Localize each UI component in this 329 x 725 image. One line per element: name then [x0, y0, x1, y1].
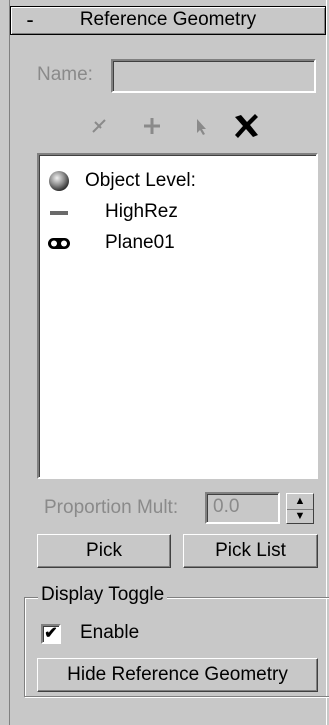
enable-label: Enable	[80, 622, 140, 643]
list-item-label: Plane01	[105, 232, 175, 253]
rollout-title: Reference Geometry	[79, 9, 257, 30]
proportion-mult-input[interactable]: 0.0	[205, 492, 280, 524]
pick-cursor-icon[interactable]	[184, 109, 218, 143]
list-item[interactable]: Object Level:	[47, 167, 196, 195]
enable-checkbox[interactable]: ✔	[41, 624, 61, 644]
list-item[interactable]: Plane01	[47, 229, 175, 257]
sphere-icon	[47, 169, 71, 193]
add-icon[interactable]	[135, 109, 169, 143]
list-item-label: HighRez	[105, 201, 178, 222]
display-toggle-label: Display Toggle	[38, 584, 168, 606]
spinner-up-icon[interactable]: ▲	[287, 494, 313, 510]
goggles-icon	[47, 231, 71, 255]
reference-list[interactable]: Object Level: HighRez Plane01	[37, 153, 318, 479]
dash-icon	[47, 200, 71, 224]
list-item-label: Object Level:	[85, 170, 196, 191]
spinner-down-icon[interactable]: ▼	[287, 509, 313, 524]
pick-list-button[interactable]: Pick List	[183, 534, 318, 568]
name-label: Name:	[37, 64, 93, 85]
proportion-mult-label: Proportion Mult:	[44, 497, 179, 518]
remove-icon[interactable]	[82, 109, 116, 143]
list-item[interactable]: HighRez	[47, 198, 178, 226]
hide-reference-geometry-button[interactable]: Hide Reference Geometry	[37, 658, 318, 692]
rollout-header[interactable]: - Reference Geometry	[10, 6, 326, 35]
delete-icon[interactable]	[229, 109, 263, 143]
pick-button[interactable]: Pick	[37, 534, 171, 568]
proportion-mult-spinner[interactable]: ▲ ▼	[286, 493, 314, 524]
name-field[interactable]	[111, 59, 316, 93]
